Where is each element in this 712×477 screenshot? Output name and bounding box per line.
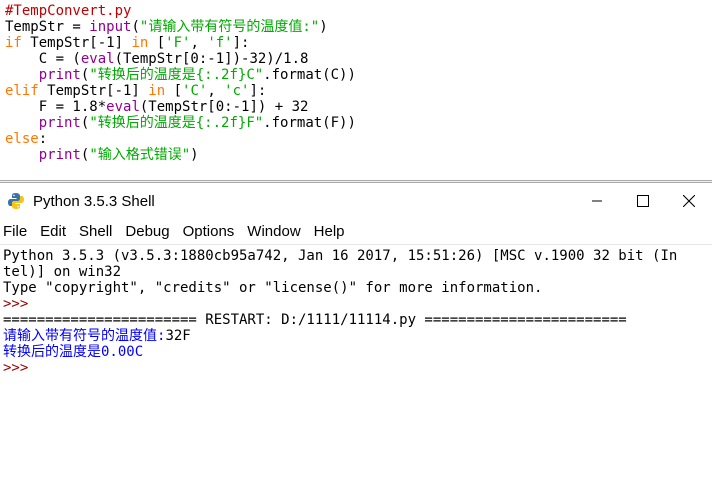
code-token-keyword: in	[148, 83, 166, 99]
code-token-default: :	[38, 131, 48, 147]
code-token-string: "转换后的温度是{:.2f}F"	[89, 115, 264, 131]
minimize-button[interactable]	[574, 183, 620, 219]
code-token-default	[5, 67, 39, 83]
code-token-string: 'c'	[224, 83, 250, 99]
code-token-default: (TempStr[0:-1])-32)/1.8	[114, 51, 309, 67]
python-icon	[7, 192, 25, 210]
code-line: C = (eval(TempStr[0:-1])-32)/1.8	[0, 51, 712, 67]
code-token-stdout: 转换后的温度是0.00C	[3, 344, 144, 360]
code-token-default: TempStr =	[5, 19, 90, 35]
code-token-builtin: print	[38, 147, 81, 163]
code-token-default: .format(F))	[263, 115, 356, 131]
minimize-icon	[592, 200, 602, 202]
shell-line: tel)] on win32	[0, 264, 712, 280]
code-token-default: tel)] on win32	[3, 264, 122, 280]
code-token-builtin: print	[38, 67, 81, 83]
code-token-default: Python 3.5.3 (v3.5.3:1880cb95a742, Jan 1…	[3, 248, 678, 264]
code-line: F = 1.8*eval(TempStr[0:-1]) + 32	[0, 99, 712, 115]
code-token-default: (	[131, 19, 140, 35]
code-token-builtin: eval	[80, 51, 115, 67]
code-token-default	[5, 147, 39, 163]
maximize-icon	[637, 195, 649, 207]
code-token-default: [	[148, 35, 166, 51]
code-token-default: ======================= RESTART: D:/1111…	[3, 312, 627, 328]
maximize-button[interactable]	[620, 183, 666, 219]
shell-line: >>>	[0, 296, 712, 312]
shell-title-bar[interactable]: Python 3.5.3 Shell	[0, 183, 712, 219]
shell-line: 转换后的温度是0.00C	[0, 344, 712, 360]
menu-edit[interactable]: Edit	[34, 219, 73, 245]
code-token-default: [	[165, 83, 183, 99]
code-line: elif TempStr[-1] in ['C', 'c']:	[0, 83, 712, 99]
code-token-default: C = (	[5, 51, 81, 67]
code-token-default: TempStr[-1]	[38, 83, 149, 99]
code-line: print("转换后的温度是{:.2f}C".format(C))	[0, 67, 712, 83]
code-token-string: 'f'	[207, 35, 233, 51]
window-title: Python 3.5.3 Shell	[33, 192, 155, 210]
code-token-prompt: >>>	[3, 360, 37, 376]
menu-file[interactable]: File	[0, 219, 34, 245]
code-token-keyword: elif	[5, 83, 39, 99]
menu-options[interactable]: Options	[177, 219, 242, 245]
code-token-string: "转换后的温度是{:.2f}C"	[89, 67, 264, 83]
code-token-default: TempStr[-1]	[21, 35, 132, 51]
shell-line: Python 3.5.3 (v3.5.3:1880cb95a742, Jan 1…	[0, 248, 712, 264]
screen: #TempConvert.py TempStr = input("请输入带有符号的…	[0, 0, 712, 477]
close-icon	[683, 195, 695, 207]
code-token-string: 'F'	[165, 35, 191, 51]
code-line: #TempConvert.py	[0, 3, 712, 19]
code-token-builtin: eval	[106, 99, 140, 115]
shell-line: >>>	[0, 360, 712, 376]
shell-line: Type "copyright", "credits" or "license(…	[0, 280, 712, 296]
close-button[interactable]	[666, 183, 712, 219]
window-controls	[574, 183, 712, 219]
shell-line: ======================= RESTART: D:/1111…	[0, 312, 712, 328]
code-token-default: ]:	[249, 83, 267, 99]
menu-shell[interactable]: Shell	[73, 219, 119, 245]
code-token-default: (TempStr[0:-1]) + 32	[139, 99, 309, 115]
shell-line: 请输入带有符号的温度值:32F	[0, 328, 712, 344]
code-token-default: 32F	[165, 328, 191, 344]
code-token-comment: #TempConvert.py	[5, 3, 132, 19]
code-token-keyword: else	[5, 131, 39, 147]
menu-help[interactable]: Help	[308, 219, 352, 245]
code-token-string: "输入格式错误"	[89, 147, 191, 163]
code-token-keyword: in	[131, 35, 149, 51]
menu-debug[interactable]: Debug	[119, 219, 176, 245]
code-line: if TempStr[-1] in ['F', 'f']:	[0, 35, 712, 51]
shell-output[interactable]: Python 3.5.3 (v3.5.3:1880cb95a742, Jan 1…	[0, 246, 712, 477]
code-editor[interactable]: #TempConvert.py TempStr = input("请输入带有符号的…	[0, 0, 712, 180]
code-token-stdout: 请输入带有符号的温度值:	[3, 328, 166, 344]
code-line: TempStr = input("请输入带有符号的温度值:")	[0, 19, 712, 35]
code-token-default: ,	[190, 35, 208, 51]
code-token-string: 'C'	[182, 83, 208, 99]
code-token-default: )	[190, 147, 199, 163]
code-token-default: F = 1.8*	[5, 99, 107, 115]
menu-window[interactable]: Window	[241, 219, 307, 245]
code-token-default: Type "copyright", "credits" or "license(…	[3, 280, 543, 296]
code-token-default	[5, 115, 39, 131]
code-line: print("转换后的温度是{:.2f}F".format(F))	[0, 115, 712, 131]
code-token-builtin: print	[38, 115, 81, 131]
menu-bar: File Edit Shell Debug Options Window Hel…	[0, 219, 712, 245]
code-token-string: "请输入带有符号的温度值:"	[139, 19, 320, 35]
code-token-builtin: input	[89, 19, 132, 35]
code-token-default: ]:	[232, 35, 250, 51]
code-token-default: .format(C))	[263, 67, 356, 83]
code-token-prompt: >>>	[3, 296, 37, 312]
code-line: else:	[0, 131, 712, 147]
code-token-keyword: if	[5, 35, 22, 51]
code-token-default: ,	[207, 83, 225, 99]
code-line: print("输入格式错误")	[0, 147, 712, 163]
code-token-default: )	[319, 19, 328, 35]
